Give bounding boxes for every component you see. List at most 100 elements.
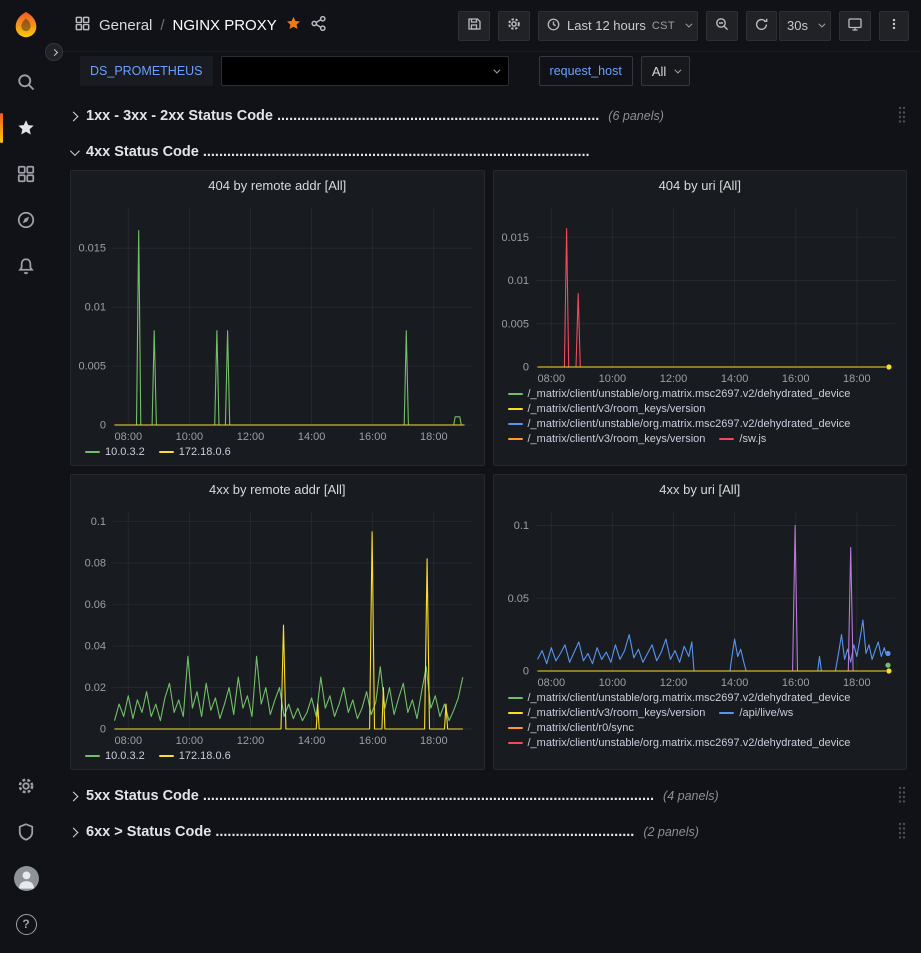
zoom-out-icon <box>714 16 730 35</box>
svg-text:16:00: 16:00 <box>781 677 809 689</box>
svg-text:0: 0 <box>522 362 528 374</box>
panel-title[interactable]: 404 by uri [All] <box>494 171 907 199</box>
datasource-variable-label[interactable]: DS_PROMETHEUS <box>80 56 213 86</box>
legend-item[interactable]: /api/live/ws <box>719 707 793 719</box>
sidebar-expand-button[interactable] <box>45 43 63 61</box>
help-icon <box>16 914 37 935</box>
row-5xx-status-code[interactable]: 5xx Status Code ........................… <box>70 782 907 810</box>
panel-title[interactable]: 4xx by uri [All] <box>494 475 907 503</box>
panel-4xx-by-uri: 4xx by uri [All] 00.050.108:0010:0012:00… <box>493 474 908 770</box>
chevron-right-icon <box>69 111 79 121</box>
legend-item[interactable]: /sw.js <box>719 433 766 445</box>
chart-legend: /_matrix/client/unstable/org.matrix.msc2… <box>494 689 907 769</box>
toolbar: Last 12 hours CST 30s <box>458 11 909 41</box>
legend-label: 10.0.3.2 <box>105 750 145 762</box>
legend-swatch <box>719 438 734 441</box>
refresh-dashboard-button[interactable] <box>746 11 777 41</box>
legend-label: 172.18.0.6 <box>179 750 231 762</box>
time-series-chart[interactable]: 00.0050.010.01508:0010:0012:0014:0016:00… <box>71 199 484 443</box>
legend-item[interactable]: /_matrix/client/unstable/org.matrix.msc2… <box>508 692 851 704</box>
share-icon[interactable] <box>310 15 327 37</box>
refresh-interval-dropdown[interactable]: 30s <box>779 11 831 41</box>
sidebar-item-alerting[interactable] <box>0 243 52 289</box>
row-6xx-status-code[interactable]: 6xx > Status Code ......................… <box>70 818 907 846</box>
dashboard-title: NGINX PROXY <box>173 17 277 34</box>
legend-swatch <box>508 438 523 441</box>
user-avatar <box>14 866 39 891</box>
top-navbar: General / NGINX PROXY Last 12 hours CST <box>52 0 921 52</box>
svg-text:0.05: 0.05 <box>507 593 528 605</box>
svg-text:08:00: 08:00 <box>537 677 565 689</box>
save-dashboard-button[interactable] <box>458 11 490 41</box>
panel-404-by-uri: 404 by uri [All] 00.0050.010.01508:0010:… <box>493 170 908 466</box>
legend-swatch <box>508 393 523 396</box>
favorite-star-icon[interactable] <box>285 15 302 37</box>
row-drag-handle[interactable] <box>897 821 907 844</box>
legend-label: /_matrix/client/v3/room_keys/version <box>528 707 706 719</box>
more-options-button[interactable] <box>879 11 909 41</box>
row-1xx-3xx-2xx-status-code[interactable]: 1xx - 3xx - 2xx Status Code ............… <box>70 102 907 130</box>
variable-bar: DS_PROMETHEUS request_host All <box>52 52 921 90</box>
legend-label: /_matrix/client/unstable/org.matrix.msc2… <box>528 692 851 704</box>
legend-item[interactable]: /_matrix/client/v3/room_keys/version <box>508 433 706 445</box>
time-series-chart[interactable]: 00.0050.010.01508:0010:0012:0014:0016:00… <box>494 199 907 385</box>
legend-item[interactable]: /_matrix/client/r0/sync <box>508 722 634 734</box>
request-host-variable-select[interactable]: All <box>641 56 690 86</box>
sidebar-item-help[interactable] <box>0 901 52 947</box>
sidebar-item-dashboards[interactable] <box>0 151 52 197</box>
sidebar-item-configuration[interactable] <box>0 763 52 809</box>
legend-label: 172.18.0.6 <box>179 446 231 458</box>
row-drag-handle[interactable] <box>897 105 907 128</box>
breadcrumb-section[interactable]: General <box>99 17 152 34</box>
panel-title[interactable]: 4xx by remote addr [All] <box>71 475 484 503</box>
svg-text:10:00: 10:00 <box>176 735 204 747</box>
svg-text:14:00: 14:00 <box>720 677 748 689</box>
sidebar-item-explore[interactable] <box>0 197 52 243</box>
legend-item[interactable]: /_matrix/client/v3/room_keys/version <box>508 403 706 415</box>
legend-item[interactable]: 172.18.0.6 <box>159 750 231 762</box>
row-drag-handle[interactable] <box>897 785 907 808</box>
legend-swatch <box>508 727 523 730</box>
legend-item[interactable]: /_matrix/client/unstable/org.matrix.msc2… <box>508 737 851 749</box>
row-panel-count: (4 panels) <box>663 789 719 803</box>
svg-text:12:00: 12:00 <box>659 373 687 385</box>
row-panel-count: (2 panels) <box>643 825 699 839</box>
legend-swatch <box>508 697 523 700</box>
gear-icon <box>506 16 522 35</box>
chevron-right-icon <box>69 827 79 837</box>
legend-item[interactable]: 172.18.0.6 <box>159 446 231 458</box>
time-series-chart[interactable]: 00.050.108:0010:0012:0014:0016:0018:00 <box>494 503 907 689</box>
legend-item[interactable]: /_matrix/client/v3/room_keys/version <box>508 707 706 719</box>
svg-text:18:00: 18:00 <box>420 431 448 443</box>
refresh-interval-label: 30s <box>787 18 808 33</box>
search-button[interactable] <box>0 59 52 105</box>
row-title: 4xx Status Code ........................… <box>86 144 590 160</box>
legend-item[interactable]: 10.0.3.2 <box>85 750 145 762</box>
svg-text:0.02: 0.02 <box>85 682 106 694</box>
panel-grid: 404 by remote addr [All] 00.0050.010.015… <box>70 170 907 770</box>
panel-title[interactable]: 404 by remote addr [All] <box>71 171 484 199</box>
datasource-variable-select[interactable] <box>221 56 509 86</box>
legend-swatch <box>508 742 523 745</box>
sidebar-item-server-admin[interactable] <box>0 809 52 855</box>
sidebar-item-profile[interactable] <box>0 855 52 901</box>
dashboard-settings-button[interactable] <box>498 11 530 41</box>
row-4xx-status-code[interactable]: 4xx Status Code ........................… <box>70 138 907 166</box>
legend-item[interactable]: /_matrix/client/unstable/org.matrix.msc2… <box>508 418 851 430</box>
legend-item[interactable]: /_matrix/client/unstable/org.matrix.msc2… <box>508 388 851 400</box>
timezone-label: CST <box>652 20 675 32</box>
cycle-view-button[interactable] <box>839 11 871 41</box>
chevron-right-icon <box>50 48 57 55</box>
legend-label: /_matrix/client/v3/room_keys/version <box>528 433 706 445</box>
legend-item[interactable]: 10.0.3.2 <box>85 446 145 458</box>
time-series-chart[interactable]: 00.020.040.060.080.108:0010:0012:0014:00… <box>71 503 484 747</box>
time-range-picker-button[interactable]: Last 12 hours CST <box>538 11 698 41</box>
grafana-logo[interactable] <box>11 10 41 45</box>
svg-text:0: 0 <box>100 724 106 736</box>
zoom-out-button[interactable] <box>706 11 738 41</box>
request-host-variable-label[interactable]: request_host <box>539 56 633 86</box>
sidebar-item-starred[interactable] <box>0 105 52 151</box>
svg-text:0.1: 0.1 <box>513 520 528 532</box>
breadcrumb: General / NGINX PROXY <box>74 15 327 37</box>
svg-text:08:00: 08:00 <box>115 431 143 443</box>
